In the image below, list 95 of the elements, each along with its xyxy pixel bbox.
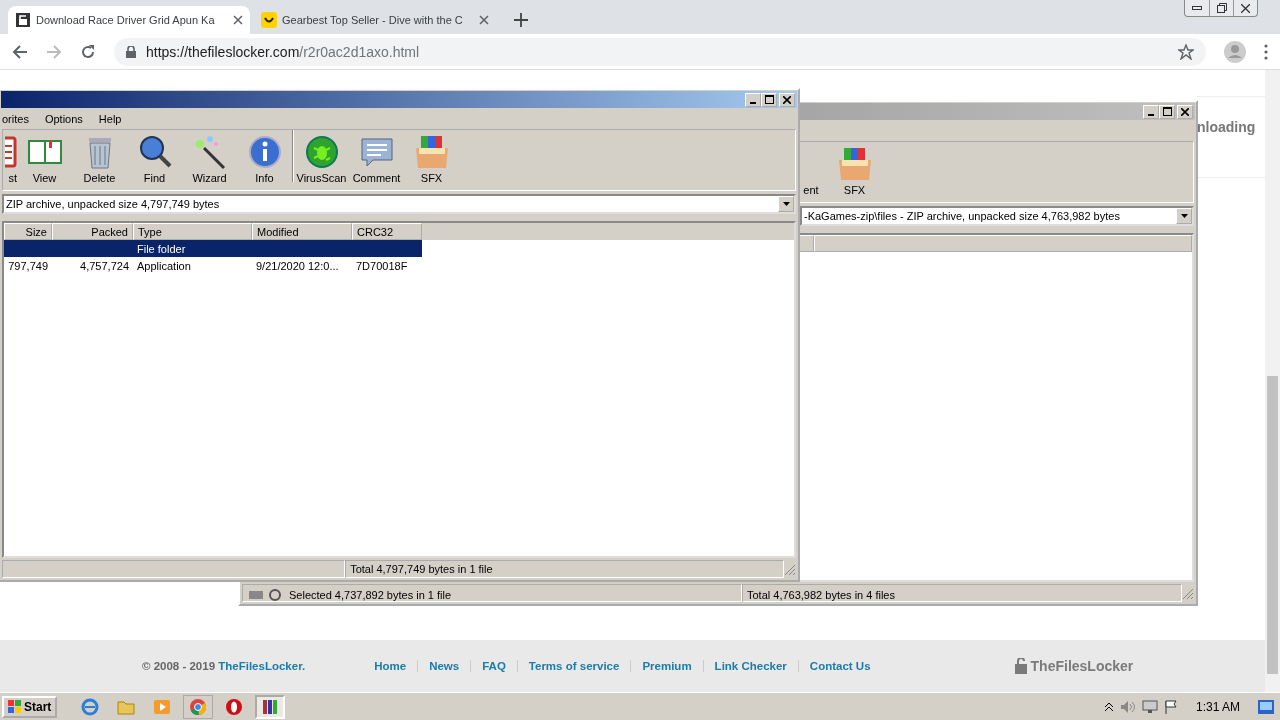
star-icon[interactable] [1178, 43, 1194, 60]
file-row[interactable]: File folder [4, 240, 422, 257]
url-text: https://thefileslocker.com/r2r0ac2d1axo.html [146, 43, 420, 60]
toolbar-button[interactable]: ent [803, 184, 819, 196]
menu-item[interactable]: Options [42, 113, 85, 125]
footer-logo: TheFilesLocker [1013, 658, 1134, 674]
toolbar-button[interactable]: Delete [72, 134, 127, 184]
maximize-button[interactable] [761, 92, 777, 107]
toolbar-button[interactable]: Find [127, 134, 182, 184]
footer-link[interactable]: Home [363, 660, 418, 672]
path-combo[interactable]: -KaGames-zip\files - ZIP archive, unpacked size 4,763,982 bytes [800, 206, 1194, 226]
footer-link[interactable]: FAQ [470, 660, 517, 672]
browser-tab[interactable]: Download Race Driver Grid Apun Ka [8, 6, 250, 34]
path-combo[interactable]: ZIP archive, unpacked size 4,797,749 bytes [2, 194, 796, 214]
address-bar[interactable]: https://thefileslocker.com/r2r0ac2d1axo.html [114, 37, 1206, 66]
table-cell-text: 9/21/2020 12:0... [255, 258, 340, 274]
maximize-icon [764, 95, 774, 104]
smile-icon [261, 12, 277, 28]
toolbar-button[interactable]: VirusScan [294, 134, 349, 184]
caret-icon [1180, 214, 1188, 218]
new-tab-icon[interactable] [514, 13, 528, 27]
table-cell-text: 4,757,724 [79, 258, 130, 274]
resize-grip-icon[interactable] [1182, 588, 1194, 600]
toolbar-button[interactable]: Comment [349, 134, 404, 184]
close-icon [1181, 107, 1189, 116]
menu-item[interactable]: Help [96, 113, 124, 125]
column-header[interactable]: CRC32 [352, 223, 422, 240]
toolbar-button[interactable]: st [3, 134, 17, 184]
column-header[interactable]: Packed [52, 223, 133, 240]
restore-icon [1216, 3, 1227, 13]
show-desktop-icon[interactable] [1258, 699, 1274, 714]
minimize-icon [1148, 113, 1154, 116]
maximize-icon [1162, 107, 1172, 116]
column-header[interactable]: Modified [252, 223, 352, 240]
reload-icon[interactable] [80, 43, 96, 60]
avatar-icon[interactable] [1224, 40, 1246, 63]
info-icon [246, 134, 283, 170]
page-heading: nloading [1197, 119, 1256, 135]
table-cell-text: 7D70018F [355, 258, 409, 274]
archive-box-icon [413, 134, 450, 170]
flag-icon[interactable] [1163, 699, 1178, 714]
footer-link[interactable]: Terms of service [516, 660, 631, 672]
toolbar-button[interactable]: SFX [827, 146, 882, 196]
toolbar-button[interactable]: Wizard [182, 134, 237, 184]
resize-grip-icon[interactable] [784, 564, 796, 576]
footer-link[interactable]: Contact Us [797, 660, 882, 672]
tab-title: Gearbest Top Seller - Dive with the C [282, 14, 464, 26]
chrome-icon[interactable] [189, 697, 208, 716]
opera-icon[interactable] [225, 697, 244, 716]
chevron-up-icon[interactable] [1103, 701, 1114, 712]
footer-link[interactable]: Premium [630, 660, 703, 672]
start-button[interactable]: Start [2, 695, 58, 718]
archive-books-icon[interactable] [261, 697, 280, 716]
menu-dots-icon[interactable] [1264, 43, 1268, 60]
scrollbar[interactable] [1265, 70, 1280, 692]
table-cell-text: Application [136, 258, 192, 274]
maximize-button[interactable] [1159, 104, 1175, 119]
column-header[interactable]: Size [4, 223, 52, 240]
minimize-button[interactable] [1143, 104, 1159, 119]
status-text: Selected 4,737,892 bytes in 1 file [289, 589, 452, 601]
table-cell-text: File folder [136, 241, 187, 257]
browser-e-icon[interactable] [81, 697, 100, 716]
close-icon[interactable] [479, 15, 489, 25]
close-icon[interactable] [233, 15, 243, 25]
menu-item[interactable]: orites [0, 113, 31, 125]
browser-tab[interactable]: Gearbest Top Seller - Dive with the C [254, 6, 496, 34]
network-icon[interactable] [1141, 699, 1158, 714]
padlock-icon [126, 45, 136, 58]
table-cell-text: 797,749 [7, 258, 49, 274]
document-icon [5, 134, 17, 170]
dropdown-button[interactable] [1176, 208, 1192, 224]
minimize-button[interactable] [745, 92, 761, 107]
close-icon [1241, 3, 1250, 13]
footer-link[interactable]: News [417, 660, 471, 672]
tab-title: Download Race Driver Grid Apun Ka [36, 14, 216, 26]
minimize-icon [1192, 6, 1202, 10]
copyright-text: © 2008 - 2019 TheFilesLocker. [142, 660, 306, 672]
clock: 1:31 AM [1195, 699, 1240, 714]
bug-icon [303, 134, 340, 170]
lock-icon [15, 12, 31, 28]
archive-box-icon [836, 146, 873, 182]
close-icon [783, 95, 791, 104]
status-text: Total 4,797,749 bytes in 1 file [350, 563, 493, 575]
file-row[interactable]: 797,749 4,757,724 Application 9/21/2020 12:0... 7D70018F [4, 257, 422, 274]
toolbar-button[interactable]: Info [237, 134, 292, 184]
drive-icon [247, 589, 283, 601]
column-header[interactable]: Type [133, 223, 252, 240]
windows-logo-icon [8, 699, 22, 714]
back-arrow-icon[interactable] [12, 43, 28, 60]
footer-link[interactable]: Link Checker [702, 660, 798, 672]
caret-icon [782, 202, 790, 206]
dropdown-button[interactable] [778, 196, 794, 212]
toolbar-button[interactable]: View [17, 134, 72, 184]
toolbar-button[interactable]: SFX [404, 134, 459, 184]
status-text: Total 4,763,982 bytes in 4 files [747, 589, 895, 601]
